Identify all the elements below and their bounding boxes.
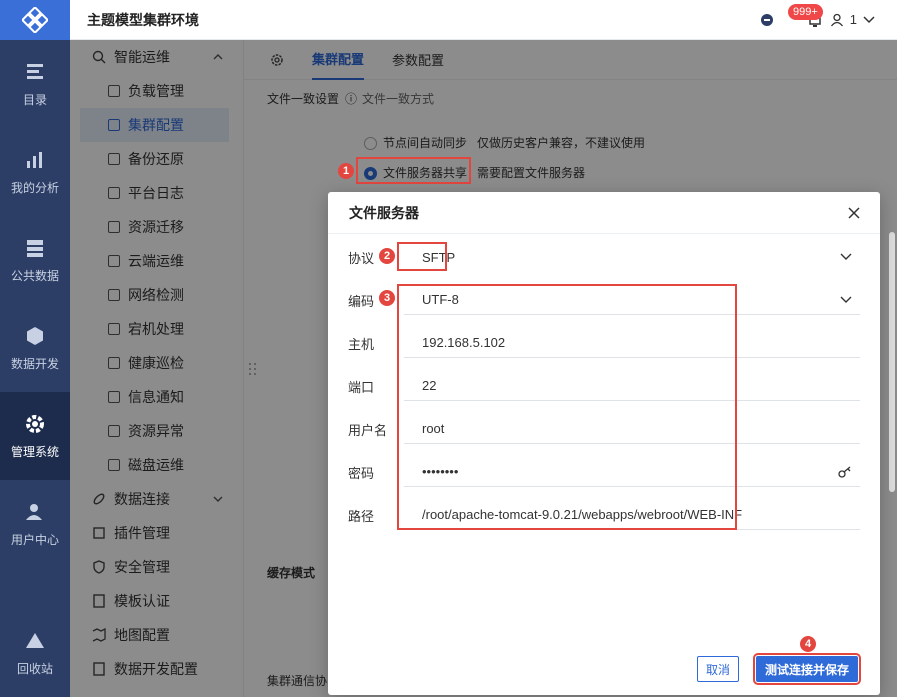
user-name[interactable]: 1 — [850, 12, 857, 27]
field-label: 密码 — [348, 465, 375, 481]
nav-user-center[interactable]: 用户中心 — [0, 480, 70, 568]
help-icon[interactable] — [760, 13, 774, 27]
cube-icon — [27, 326, 43, 345]
recycle-icon — [26, 632, 44, 648]
dialog-header: 文件服务器 — [328, 192, 880, 234]
chevron-down-icon — [840, 253, 852, 260]
nav-label: 用户中心 — [10, 532, 59, 547]
step-marker-1: 1 — [338, 163, 354, 179]
close-icon[interactable] — [848, 206, 860, 219]
field-label: 编码 — [348, 293, 375, 309]
left-nav: 目录 我的分析 公共数据 数据开发 管理系统 用户中心 回收站 — [0, 0, 70, 697]
highlight-box-2 — [397, 242, 447, 271]
field-label: 端口 — [348, 379, 375, 395]
catalog-icon — [27, 63, 43, 79]
nav-recycle-bin[interactable]: 回收站 — [0, 609, 70, 697]
top-bar: 主题模型集群环境 1 — [70, 0, 897, 40]
nav-label: 目录 — [22, 92, 47, 107]
step-marker-3: 3 — [379, 290, 395, 306]
app-logo[interactable] — [0, 0, 70, 40]
nav-label: 公共数据 — [10, 268, 59, 283]
test-and-save-button[interactable]: 测试连接并保存 — [753, 653, 861, 685]
nav-admin-system[interactable]: 管理系统 — [0, 392, 70, 480]
step-marker-4: 4 — [800, 636, 816, 652]
gear-icon — [26, 414, 44, 433]
field-label: 协议 — [348, 250, 375, 266]
nav-catalog[interactable]: 目录 — [0, 40, 70, 128]
nav-label: 回收站 — [16, 661, 53, 676]
protocol-select[interactable]: SFTP — [404, 242, 860, 272]
chevron-down-icon — [840, 296, 852, 303]
field-label: 用户名 — [348, 422, 388, 438]
nav-data-dev[interactable]: 数据开发 — [0, 304, 70, 392]
cancel-button[interactable]: 取消 — [697, 656, 739, 682]
scrollbar[interactable] — [889, 232, 895, 492]
highlight-box-3 — [397, 284, 737, 530]
step-marker-2: 2 — [379, 248, 395, 264]
nav-public-data[interactable]: 公共数据 — [0, 216, 70, 304]
chevron-down-icon[interactable] — [863, 15, 875, 24]
nav-label: 管理系统 — [10, 444, 59, 459]
field-label: 主机 — [348, 336, 375, 352]
nav-my-analysis[interactable]: 我的分析 — [0, 128, 70, 216]
logo-icon — [22, 7, 48, 33]
database-icon — [27, 239, 43, 257]
dialog-title: 文件服务器 — [349, 204, 419, 221]
notification-badge: 999+ — [788, 4, 823, 20]
nav-label: 我的分析 — [10, 180, 59, 195]
key-icon[interactable] — [838, 466, 852, 478]
file-server-dialog: 文件服务器 协议 SFTP 编码 UTF-8 主机 192.168.5.102 … — [328, 192, 880, 695]
chart-icon — [27, 151, 42, 168]
field-label: 路径 — [348, 508, 375, 524]
nav-label: 数据开发 — [10, 356, 59, 371]
user-icon — [26, 503, 42, 520]
highlight-box-1 — [356, 157, 471, 184]
user-avatar-icon[interactable] — [830, 13, 844, 27]
page-title: 主题模型集群环境 — [87, 11, 199, 28]
